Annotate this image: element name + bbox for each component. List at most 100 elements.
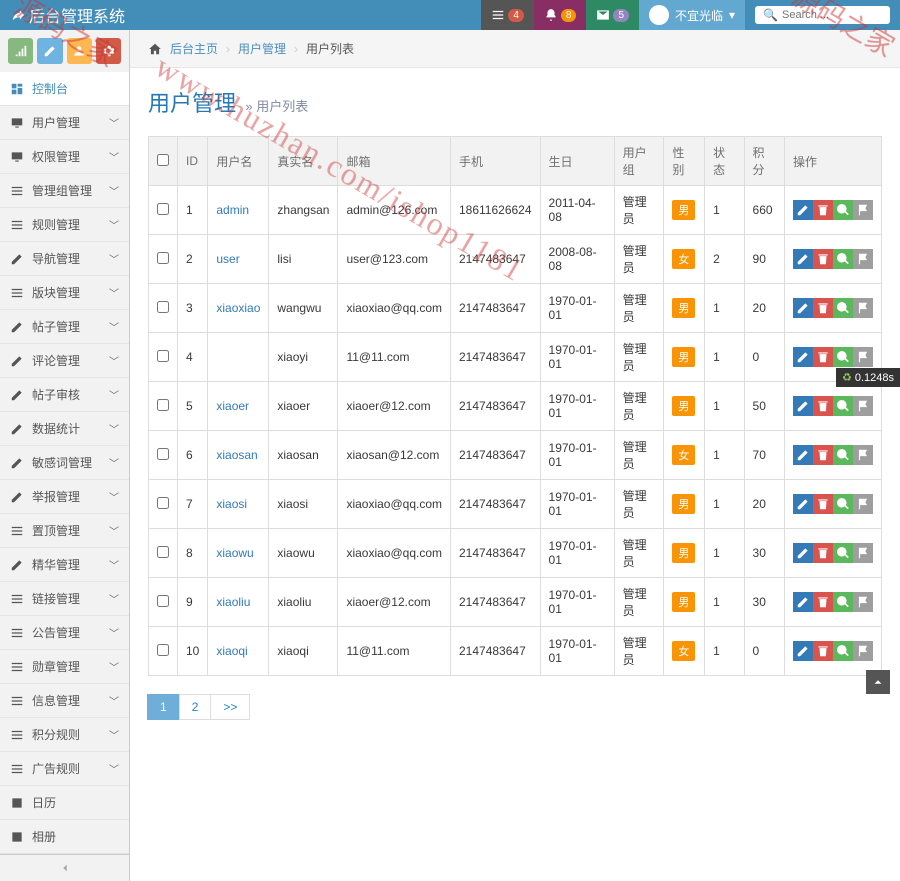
edit-button[interactable] — [793, 249, 813, 269]
view-button[interactable] — [833, 249, 853, 269]
edit-button[interactable] — [793, 298, 813, 318]
shortcut-3[interactable] — [67, 38, 92, 64]
sidebar-item-15[interactable]: 链接管理﹀ — [0, 582, 129, 616]
view-button[interactable] — [833, 445, 853, 465]
view-button[interactable] — [833, 494, 853, 514]
view-button[interactable] — [833, 200, 853, 220]
username-link[interactable]: user — [216, 252, 239, 266]
page-button[interactable]: >> — [210, 694, 250, 720]
flag-button[interactable] — [853, 641, 873, 661]
sidebar-item-17[interactable]: 勋章管理﹀ — [0, 650, 129, 684]
view-button[interactable] — [833, 298, 853, 318]
edit-button[interactable] — [793, 396, 813, 416]
sidebar-item-6[interactable]: 版块管理﹀ — [0, 276, 129, 310]
edit-button[interactable] — [793, 445, 813, 465]
delete-button[interactable] — [813, 543, 833, 563]
sidebar-item-0[interactable]: 控制台 — [0, 72, 129, 106]
username-link[interactable]: xiaosi — [216, 497, 247, 511]
sidebar-item-22[interactable]: 相册 — [0, 820, 129, 854]
sidebar-item-4[interactable]: 规则管理﹀ — [0, 208, 129, 242]
delete-button[interactable] — [813, 592, 833, 612]
delete-button[interactable] — [813, 347, 833, 367]
search-box[interactable]: 🔍 — [755, 6, 890, 24]
sidebar-item-16[interactable]: 公告管理﹀ — [0, 616, 129, 650]
username-link[interactable]: xiaoqi — [216, 644, 247, 658]
username-link[interactable]: xiaoxiao — [216, 301, 260, 315]
flag-button[interactable] — [853, 298, 873, 318]
sidebar-item-9[interactable]: 帖子审核﹀ — [0, 378, 129, 412]
search-input[interactable] — [782, 9, 882, 21]
row-checkbox[interactable] — [157, 301, 169, 313]
sidebar-item-18[interactable]: 信息管理﹀ — [0, 684, 129, 718]
row-checkbox[interactable] — [157, 644, 169, 656]
sidebar-collapse[interactable] — [0, 854, 129, 881]
sidebar-item-7[interactable]: 帖子管理﹀ — [0, 310, 129, 344]
flag-button[interactable] — [853, 592, 873, 612]
view-button[interactable] — [833, 641, 853, 661]
breadcrumb-home[interactable]: 后台主页 — [170, 40, 218, 57]
flag-button[interactable] — [853, 396, 873, 416]
shortcut-1[interactable] — [8, 38, 33, 64]
select-all-checkbox[interactable] — [157, 154, 169, 166]
brand[interactable]: 后台管理系统 — [10, 3, 125, 27]
sidebar-item-14[interactable]: 精华管理﹀ — [0, 548, 129, 582]
shortcut-2[interactable] — [37, 38, 62, 64]
edit-button[interactable] — [793, 347, 813, 367]
delete-button[interactable] — [813, 445, 833, 465]
username-link[interactable]: xiaoer — [216, 399, 249, 413]
delete-button[interactable] — [813, 396, 833, 416]
flag-button[interactable] — [853, 543, 873, 563]
edit-button[interactable] — [793, 641, 813, 661]
sidebar-item-1[interactable]: 用户管理﹀ — [0, 106, 129, 140]
page-button[interactable]: 2 — [179, 694, 212, 720]
alerts-button[interactable]: 8 — [534, 0, 587, 30]
shortcut-4[interactable] — [96, 38, 121, 64]
username-link[interactable]: admin — [216, 203, 249, 217]
view-button[interactable] — [833, 543, 853, 563]
sidebar-item-21[interactable]: 日历 — [0, 786, 129, 820]
delete-button[interactable] — [813, 298, 833, 318]
row-checkbox[interactable] — [157, 350, 169, 362]
scroll-top-button[interactable] — [866, 670, 890, 694]
row-checkbox[interactable] — [157, 203, 169, 215]
flag-button[interactable] — [853, 200, 873, 220]
delete-button[interactable] — [813, 249, 833, 269]
username-link[interactable]: xiaoliu — [216, 595, 250, 609]
sidebar-item-3[interactable]: 管理组管理﹀ — [0, 174, 129, 208]
row-checkbox[interactable] — [157, 595, 169, 607]
view-button[interactable] — [833, 396, 853, 416]
edit-button[interactable] — [793, 592, 813, 612]
edit-button[interactable] — [793, 543, 813, 563]
sidebar-item-19[interactable]: 积分规则﹀ — [0, 718, 129, 752]
view-button[interactable] — [833, 592, 853, 612]
sidebar-item-10[interactable]: 数据统计﹀ — [0, 412, 129, 446]
delete-button[interactable] — [813, 641, 833, 661]
sidebar-item-12[interactable]: 举报管理﹀ — [0, 480, 129, 514]
messages-button[interactable]: 5 — [586, 0, 639, 30]
sidebar-item-8[interactable]: 评论管理﹀ — [0, 344, 129, 378]
sidebar-item-5[interactable]: 导航管理﹀ — [0, 242, 129, 276]
sidebar-item-11[interactable]: 敏感词管理﹀ — [0, 446, 129, 480]
page-button[interactable]: 1 — [147, 694, 180, 720]
edit-button[interactable] — [793, 494, 813, 514]
delete-button[interactable] — [813, 200, 833, 220]
view-button[interactable] — [833, 347, 853, 367]
flag-button[interactable] — [853, 347, 873, 367]
flag-button[interactable] — [853, 445, 873, 465]
username-link[interactable]: xiaowu — [216, 546, 253, 560]
delete-button[interactable] — [813, 494, 833, 514]
sidebar-item-2[interactable]: 权限管理﹀ — [0, 140, 129, 174]
sidebar-item-13[interactable]: 置顶管理﹀ — [0, 514, 129, 548]
row-checkbox[interactable] — [157, 252, 169, 264]
flag-button[interactable] — [853, 494, 873, 514]
user-menu[interactable]: 不宜光临 ▾ — [639, 0, 745, 30]
edit-button[interactable] — [793, 200, 813, 220]
breadcrumb-section[interactable]: 用户管理 — [238, 40, 286, 57]
username-link[interactable]: xiaosan — [216, 448, 257, 462]
flag-button[interactable] — [853, 249, 873, 269]
tasks-button[interactable]: 4 — [481, 0, 534, 30]
row-checkbox[interactable] — [157, 448, 169, 460]
sidebar-item-20[interactable]: 广告规则﹀ — [0, 752, 129, 786]
row-checkbox[interactable] — [157, 546, 169, 558]
row-checkbox[interactable] — [157, 399, 169, 411]
